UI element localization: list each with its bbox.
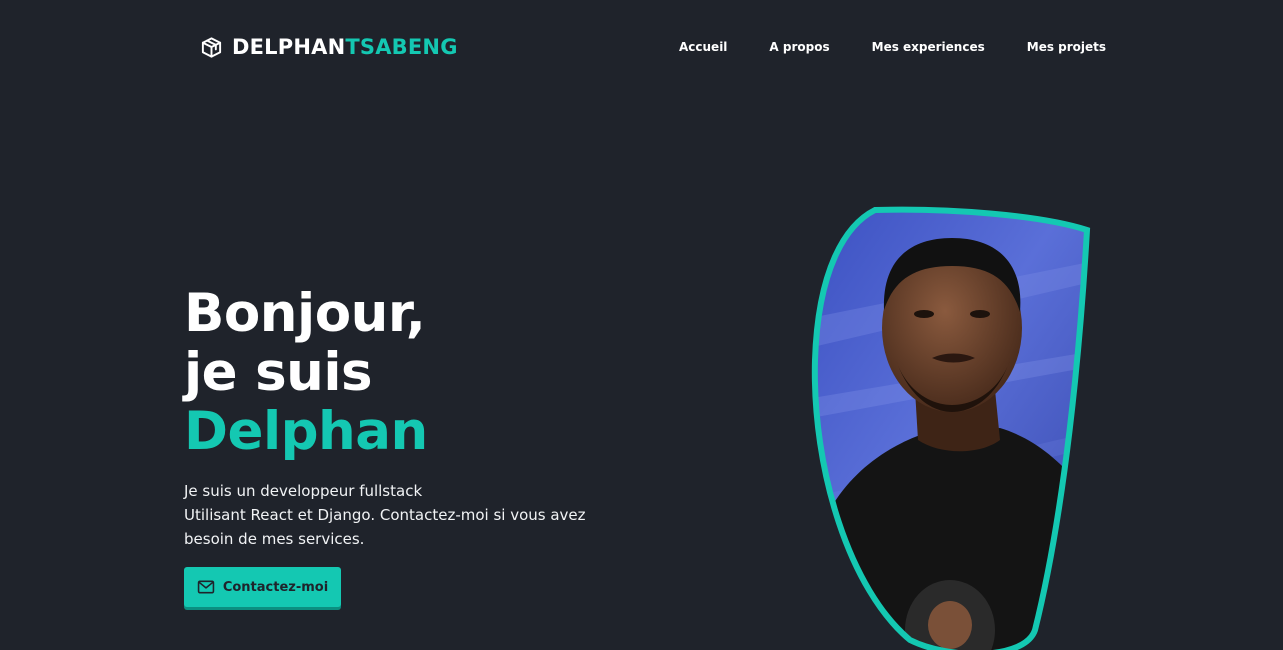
nav-item-mes-projets[interactable]: Mes projets — [1027, 38, 1106, 56]
hero-title-intro: je suis — [184, 342, 373, 403]
hero-description-line: Je suis un developpeur fullstack — [184, 482, 423, 500]
brand-name: DELPHANTSABENG — [232, 33, 458, 61]
brand-name-first: DELPHAN — [232, 35, 346, 59]
nav-item-a-propos[interactable]: A propos — [769, 38, 829, 56]
hero-title-greeting: Bonjour, — [184, 283, 426, 344]
hero-description-line: besoin de mes services. — [184, 530, 365, 548]
hero-description-line: Utilisant React et Django. Contactez-moi… — [184, 506, 586, 524]
mail-icon — [197, 580, 215, 594]
main-nav: Accueil A propos Mes experiences Mes pro… — [679, 38, 1106, 56]
profile-portrait — [811, 206, 1091, 650]
contact-button-label: Contactez-moi — [222, 579, 329, 595]
hero-title: Bonjour, je suis Delphan — [184, 284, 428, 461]
cube-icon — [201, 36, 222, 58]
nav-item-mes-experiences[interactable]: Mes experiences — [872, 38, 985, 56]
nav-item-accueil[interactable]: Accueil — [679, 38, 727, 56]
hero-description: Je suis un developpeur fullstack Utilisa… — [184, 479, 604, 551]
contact-button[interactable]: Contactez-moi — [184, 567, 341, 607]
brand-logo[interactable]: DELPHANTSABENG — [200, 33, 458, 61]
brand-name-last: TSABENG — [345, 35, 458, 59]
hero-title-name: Delphan — [184, 401, 428, 462]
